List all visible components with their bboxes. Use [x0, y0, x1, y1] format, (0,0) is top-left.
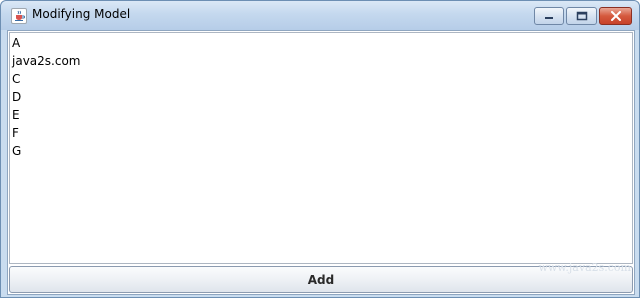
- list-item[interactable]: D: [12, 88, 21, 106]
- list-item[interactable]: C: [12, 70, 20, 88]
- window-title: Modifying Model: [32, 7, 131, 21]
- list-item[interactable]: E: [12, 106, 20, 124]
- item-list[interactable]: A java2s.com C D E F G: [9, 32, 633, 264]
- list-item[interactable]: F: [12, 124, 19, 142]
- list-item[interactable]: java2s.com: [12, 52, 80, 70]
- minimize-icon: [545, 17, 553, 19]
- maximize-icon: [576, 11, 587, 21]
- watermark: www.java2s.com: [538, 261, 631, 274]
- title-bar[interactable]: Modifying Model: [1, 1, 639, 30]
- java-cup-icon[interactable]: [11, 8, 27, 24]
- list-item[interactable]: G: [12, 142, 21, 160]
- minimize-button[interactable]: [534, 7, 564, 25]
- application-window: Modifying Model A java2s.com C D E F G A…: [0, 0, 640, 298]
- close-icon: [610, 11, 621, 21]
- content-pane: A java2s.com C D E F G Add: [7, 30, 635, 295]
- close-button[interactable]: [599, 7, 632, 25]
- maximize-button[interactable]: [566, 7, 597, 25]
- list-item[interactable]: A: [12, 34, 20, 52]
